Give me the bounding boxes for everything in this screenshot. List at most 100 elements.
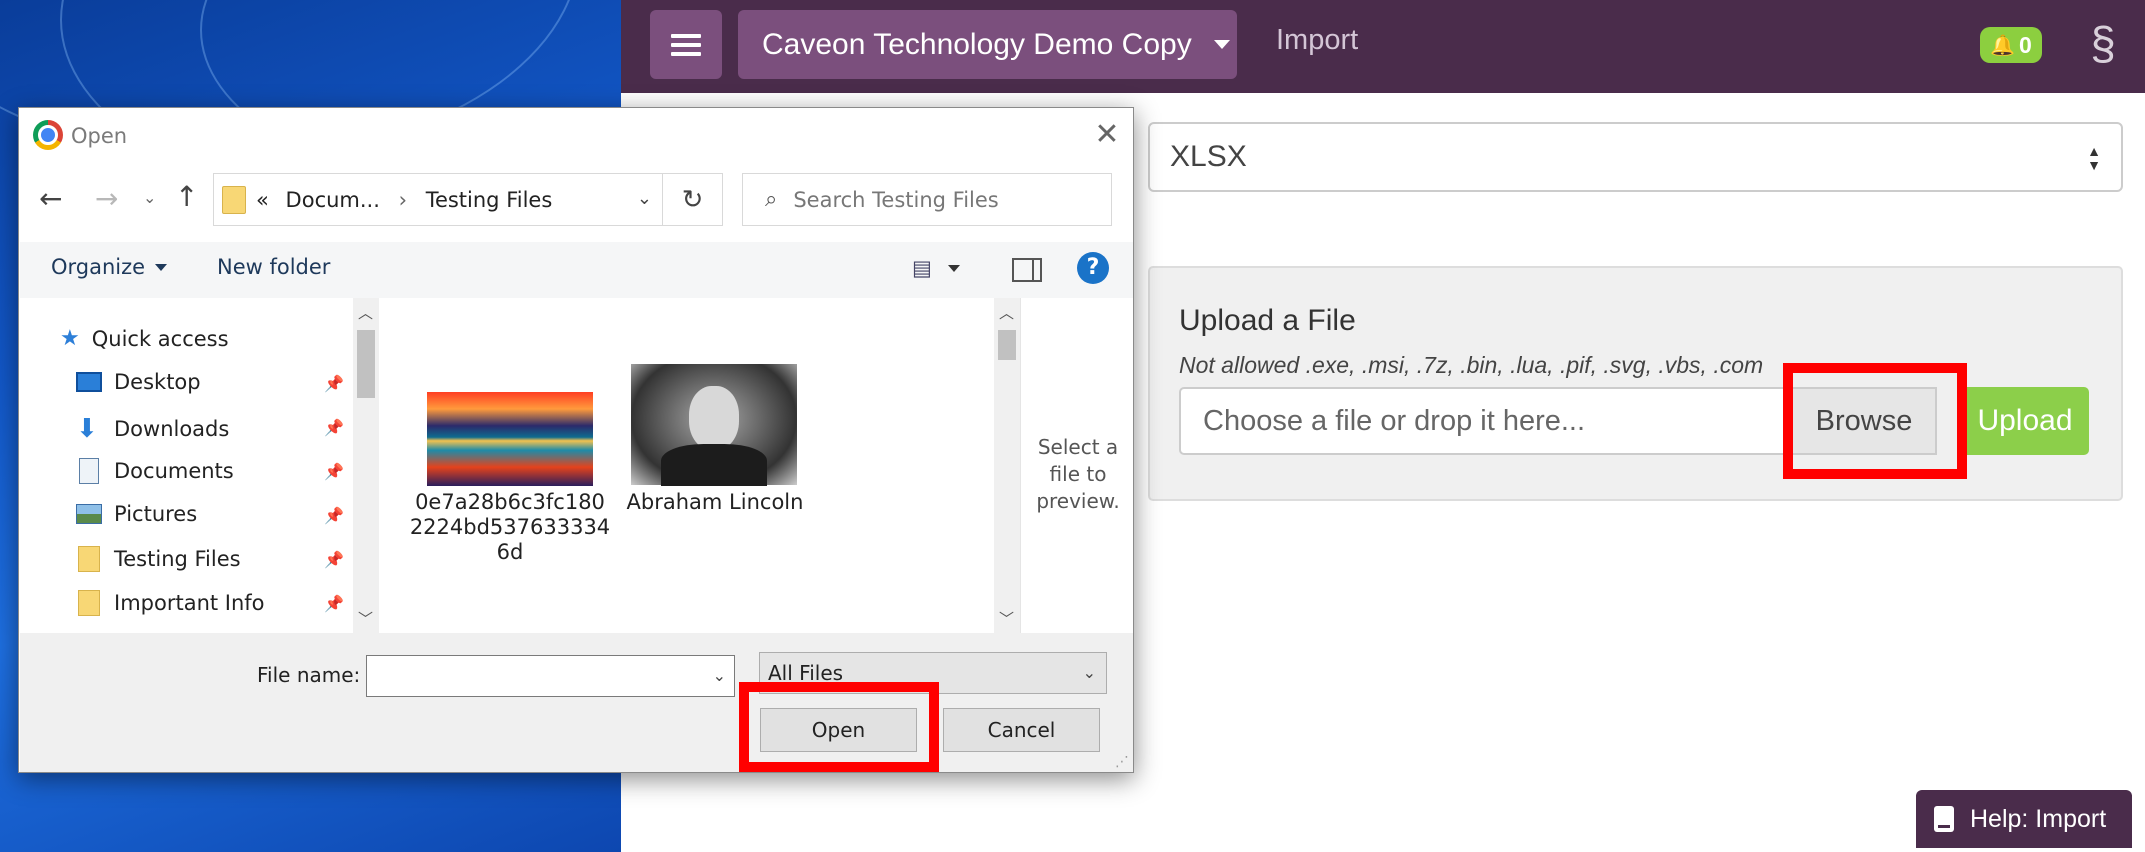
bell-icon: 🔔: [1990, 34, 2016, 57]
folder-icon: [78, 546, 100, 572]
nav-label: Pictures: [114, 502, 198, 526]
caret-down-icon: [155, 263, 168, 271]
nav-label: Important Info: [114, 591, 265, 615]
organization-name: Caveon Technology Demo Copy: [762, 27, 1192, 61]
scroll-down-icon[interactable]: ﹀: [999, 608, 1014, 629]
nav-item-important-info[interactable]: Important Info: [76, 590, 265, 616]
refresh-button[interactable]: ↻: [663, 173, 723, 226]
folder-icon: [78, 590, 100, 616]
breadcrumb: « Docum... › Testing Files: [256, 188, 552, 212]
pin-icon[interactable]: 📌: [324, 594, 344, 613]
address-bar[interactable]: « Docum... › Testing Files ⌄: [213, 173, 663, 226]
breadcrumb-separator: ›: [398, 187, 407, 212]
scroll-up-icon[interactable]: ︿: [358, 302, 373, 323]
refresh-icon: ↻: [681, 184, 704, 215]
highlight-open-button: [739, 682, 939, 772]
scrollbar-thumb[interactable]: [998, 330, 1016, 360]
file-name-input[interactable]: ⌄: [366, 655, 735, 697]
pictures-icon: [76, 504, 102, 524]
menu-button[interactable]: [650, 10, 722, 79]
help-import-button[interactable]: Help: Import: [1916, 790, 2132, 848]
close-icon[interactable]: ✕: [1091, 120, 1123, 152]
desktop-icon: [76, 372, 102, 392]
navigation-pane: ★ Quick access Desktop ⬇ Downloads Docum…: [20, 298, 354, 633]
search-icon: ⌕: [765, 187, 778, 212]
file-list-pane: 0e7a28b6c3fc180 2224bd537633334 6d Abrah…: [384, 298, 994, 633]
nav-label: Downloads: [114, 417, 230, 441]
file-drop-input[interactable]: Choose a file or drop it here...: [1179, 387, 1794, 455]
caret-down-icon: [1213, 40, 1230, 49]
book-icon: [1934, 806, 1954, 832]
breadcrumb-chevrons[interactable]: «: [256, 188, 269, 212]
back-arrow-icon[interactable]: ←: [39, 182, 62, 215]
image-thumbnail[interactable]: [427, 392, 593, 486]
new-folder-button[interactable]: New folder: [217, 255, 330, 279]
scroll-up-icon[interactable]: ︿: [999, 302, 1014, 323]
pin-icon[interactable]: 📌: [324, 550, 344, 569]
portrait-coat: [661, 444, 767, 486]
chevron-down-icon[interactable]: ⌄: [713, 666, 726, 685]
organization-dropdown[interactable]: Caveon Technology Demo Copy: [738, 10, 1237, 79]
forward-arrow-icon[interactable]: →: [95, 182, 118, 215]
scrollbar-thumb[interactable]: [357, 330, 375, 398]
scroll-down-icon[interactable]: ﹀: [358, 608, 373, 629]
dialog-toolbar: [20, 242, 1133, 298]
organize-menu[interactable]: Organize: [51, 255, 168, 279]
file-input-placeholder: Choose a file or drop it here...: [1203, 404, 1586, 437]
scorpion-logo-icon[interactable]: §: [2074, 14, 2132, 72]
documents-icon: [79, 458, 99, 484]
format-select[interactable]: XLSX ▲ ▼: [1148, 122, 2123, 192]
chrome-icon: [33, 120, 63, 150]
nav-item-desktop[interactable]: Desktop: [76, 370, 201, 394]
star-icon: ★: [60, 326, 80, 351]
breadcrumb-testing-files[interactable]: Testing Files: [426, 188, 553, 212]
cancel-button[interactable]: Cancel: [943, 708, 1100, 752]
nav-item-pictures[interactable]: Pictures: [76, 502, 197, 526]
nav-label: Testing Files: [114, 547, 241, 571]
nav-label: Quick access: [91, 326, 229, 351]
nav-item-testing-files[interactable]: Testing Files: [76, 546, 241, 572]
organize-label: Organize: [51, 255, 146, 279]
nav-item-downloads[interactable]: ⬇ Downloads: [76, 414, 229, 444]
top-navbar: Caveon Technology Demo Copy Import 🔔 0 §: [621, 0, 2145, 93]
nav-scrollbar[interactable]: ︿ ﹀: [353, 298, 379, 633]
file-name-label: File name:: [257, 663, 361, 687]
nav-quick-access[interactable]: ★ Quick access: [60, 326, 229, 351]
pin-icon[interactable]: 📌: [324, 418, 344, 437]
upload-restrictions-note: Not allowed .exe, .msi, .7z, .bin, .lua,…: [1179, 352, 1764, 378]
upload-panel: Upload a File Not allowed .exe, .msi, .7…: [1148, 266, 2123, 501]
help-icon[interactable]: ?: [1077, 252, 1109, 284]
format-select-value: XLSX: [1170, 140, 1247, 173]
search-placeholder: Search Testing Files: [793, 187, 999, 212]
notifications-badge[interactable]: 🔔 0: [1980, 27, 2042, 63]
image-thumbnail[interactable]: [631, 364, 797, 486]
pin-icon[interactable]: 📌: [324, 462, 344, 481]
nav-item-documents[interactable]: Documents: [76, 458, 234, 484]
resize-grip-icon[interactable]: ⋰: [1115, 754, 1129, 770]
preview-pane: Select a file to preview.: [1020, 298, 1133, 633]
chevron-down-icon: ⌄: [1082, 663, 1096, 682]
recent-locations-icon[interactable]: ⌄: [143, 188, 156, 207]
breadcrumb-documents[interactable]: Docum...: [286, 188, 380, 212]
pin-icon[interactable]: 📌: [324, 374, 344, 393]
file-name[interactable]: 0e7a28b6c3fc180 2224bd537633334 6d: [404, 490, 616, 565]
change-view-button[interactable]: ▤: [912, 256, 960, 280]
upload-button[interactable]: Upload: [1961, 387, 2089, 455]
search-input[interactable]: ⌕ Search Testing Files: [742, 173, 1112, 226]
select-arrows-icon: ▲ ▼: [2087, 143, 2101, 173]
highlight-browse-button: [1783, 363, 1967, 479]
upload-title: Upload a File: [1179, 304, 1356, 337]
open-file-dialog: Open ✕ ← → ⌄ ↑ « Docum... › Testing File…: [18, 107, 1134, 773]
file-name[interactable]: Abraham Lincoln: [609, 490, 821, 515]
downloads-icon: ⬇: [76, 414, 98, 444]
preview-pane-icon[interactable]: [1012, 258, 1042, 282]
chevron-down-icon[interactable]: ⌄: [637, 188, 652, 209]
up-arrow-icon[interactable]: ↑: [175, 180, 198, 213]
files-scrollbar[interactable]: ︿ ﹀: [994, 298, 1020, 633]
nav-label: Desktop: [114, 370, 201, 394]
pin-icon[interactable]: 📌: [324, 506, 344, 525]
nav-import-link[interactable]: Import: [1276, 24, 1358, 57]
view-icon: ▤: [912, 256, 932, 280]
help-label: Help: Import: [1970, 804, 2107, 833]
notification-count: 0: [2019, 31, 2032, 58]
